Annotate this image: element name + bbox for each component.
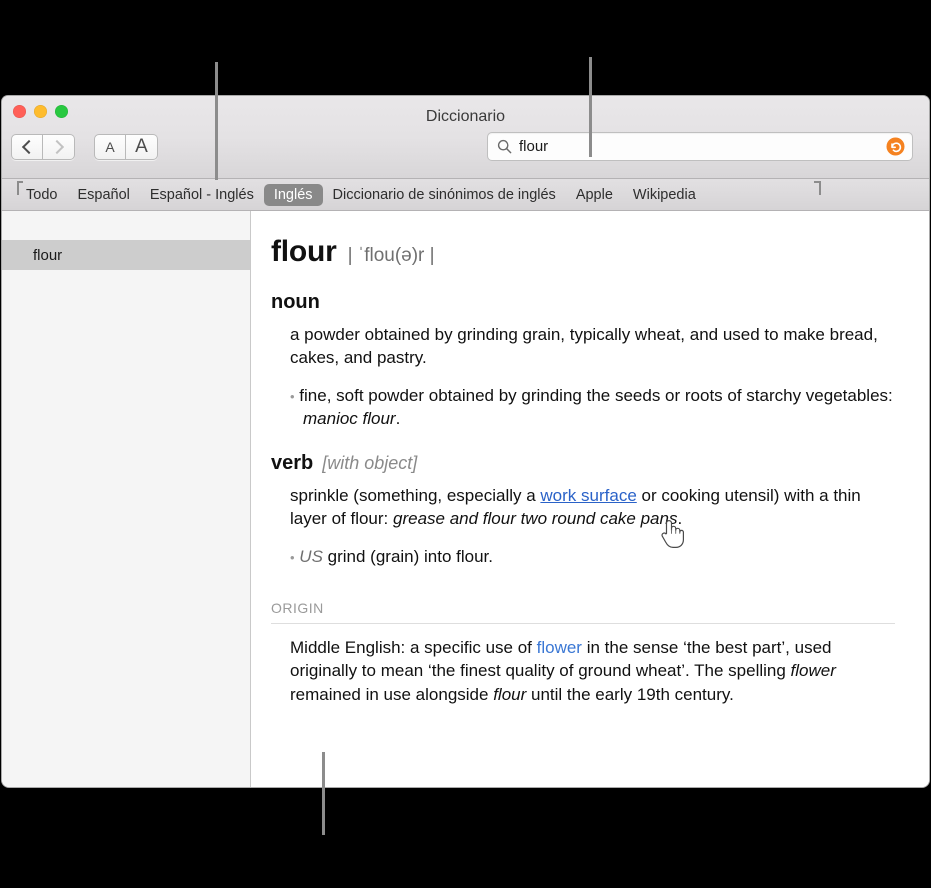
sidebar-item-flour[interactable]: flour [2,240,250,270]
tab-espanol[interactable]: Español [67,184,139,206]
tab-espanol-ingles[interactable]: Español - Inglés [140,184,264,206]
bullet-icon: • [290,388,295,404]
chevron-right-icon [49,139,65,155]
search-input-value[interactable]: flour [519,138,886,155]
part-of-speech-verb-note: [with object] [322,453,418,474]
increase-font-size-button[interactable]: A [126,134,158,160]
search-icon [497,139,512,154]
verb-sense-1-tail: . [677,509,683,529]
undo-circle-icon[interactable] [886,137,905,156]
verb-sense-1-example: grease and flour two round cake pans [393,509,678,529]
noun-subsense-1-text: fine, soft powder obtained by grinding t… [299,385,893,405]
large-a-icon: A [135,136,148,157]
callout-bracket-tick-left [17,181,19,195]
definition-pane: flour | ˈflou(ə)r | noun a powder obtain… [251,211,929,787]
forward-button[interactable] [43,134,75,160]
search-field[interactable]: flour [487,132,913,161]
origin-label: ORIGIN [271,599,324,616]
part-of-speech-verb-row: verb [with object] [271,452,895,475]
headword-row: flour | ˈflou(ə)r | [271,235,895,269]
callout-leader-bottom [322,752,325,835]
origin-italic-flour: flour [493,684,527,704]
verb-subsense-1-text: grind (grain) into flour. [322,546,494,566]
tab-sinonimos-ingles[interactable]: Diccionario de sinónimos de inglés [323,184,566,206]
results-sidebar: flour [2,211,251,787]
tab-ingles[interactable]: Inglés [263,183,323,206]
verb-sense-1: sprinkle (something, especially a work s… [290,484,895,531]
callout-leader-tabs [215,62,218,180]
tab-apple[interactable]: Apple [566,184,623,206]
part-of-speech-noun-row: noun [271,291,895,314]
verb-subsense-1: • US grind (grain) into flour. [290,545,895,568]
back-button[interactable] [11,134,43,160]
origin-section: ORIGIN Middle English: a specific use of… [271,600,895,706]
window-title: Diccionario [425,108,506,125]
noun-sense-1: a powder obtained by grinding grain, typ… [290,325,878,368]
navigation-button-group [11,134,75,160]
callout-leader-search [589,57,592,157]
origin-text: Middle English: a specific use of flower… [290,636,895,706]
origin-text-c: remained in use alongside [290,684,494,704]
callout-bracket-foot-left [17,181,23,183]
bullet-icon: • [290,549,295,565]
cross-reference-flower[interactable]: flower [537,638,582,657]
part-of-speech-verb: verb [271,452,314,475]
origin-divider [271,622,895,624]
noun-subsense-1: • fine, soft powder obtained by grinding… [290,384,895,431]
cross-reference-work-surface[interactable]: work surface [540,486,636,505]
window-body: flour flour | ˈflou(ə)r | noun a powder … [2,211,929,787]
callout-bracket-tick-right [819,181,821,195]
part-of-speech-noun: noun [271,291,320,313]
origin-text-d: until the early 19th century. [526,684,734,704]
noun-subsense-1-example: manioc flour [303,408,396,428]
chevron-left-icon [21,139,36,155]
origin-text-a: Middle English: a specific use of [290,637,537,657]
callout-bracket-foot-right [814,181,821,183]
origin-italic-flower: flower [790,661,836,681]
font-size-button-group: A A [94,134,158,160]
pronunciation: | ˈflou(ə)r | [347,245,435,266]
noun-subsense-1-tail: . [395,408,401,428]
verb-subsense-1-region: US [299,546,323,566]
dictionary-window: Diccionario A A flour Todo Español Españ… [2,96,929,787]
headword: flour [271,235,337,268]
verb-sense-1-text-a: sprinkle (something, especially a [290,486,541,506]
tab-todo[interactable]: Todo [16,184,67,206]
small-a-icon: A [105,139,115,155]
tab-wikipedia[interactable]: Wikipedia [623,184,706,206]
decrease-font-size-button[interactable]: A [94,134,126,160]
window-titlebar: Diccionario A A flour [2,96,929,179]
dictionary-source-tabbar: Todo Español Español - Inglés Inglés Dic… [2,179,929,211]
